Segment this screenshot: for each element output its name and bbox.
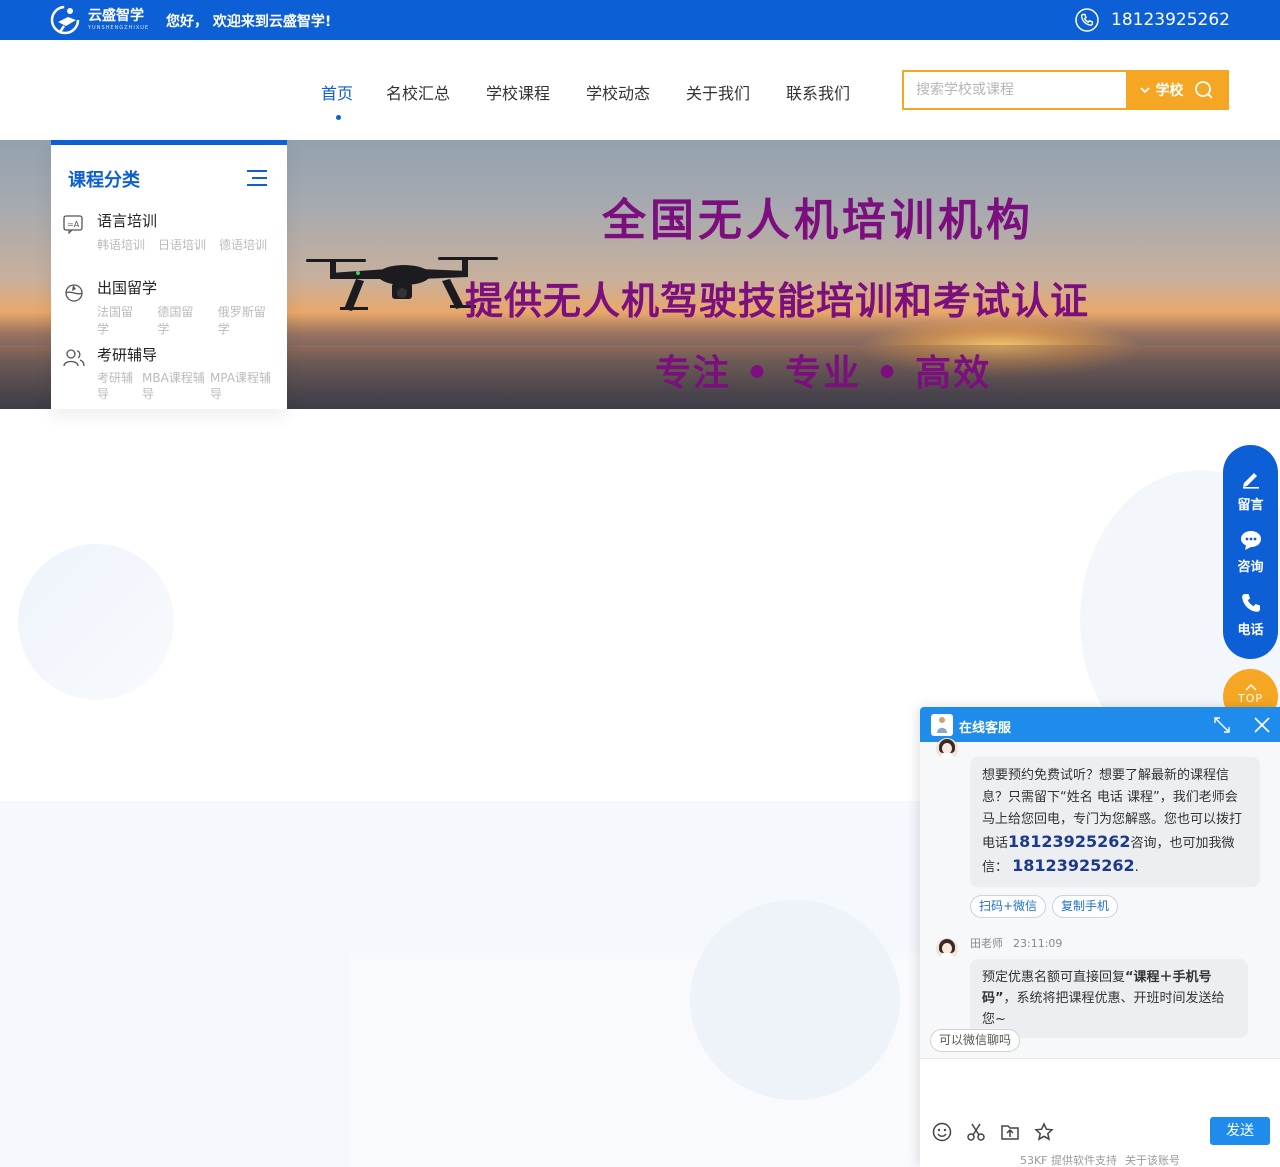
sub-category-link[interactable]: 德国留学 bbox=[157, 303, 204, 337]
banner-subheadline: 提供无人机驾驶技能培训和考试认证 bbox=[465, 278, 1090, 323]
category-name[interactable]: 语言培训 bbox=[97, 210, 157, 231]
powered-by: 53KF 提供软件支持 关于该账号 bbox=[920, 1152, 1280, 1167]
chat-logo bbox=[931, 714, 953, 736]
float-phone-label: 电话 bbox=[1237, 623, 1264, 638]
nav-news[interactable]: 学校动态 bbox=[586, 80, 650, 104]
float-consult-button[interactable]: 咨询 bbox=[1223, 529, 1278, 575]
category-name[interactable]: 出国留学 bbox=[97, 277, 157, 298]
agent-avatar bbox=[936, 938, 958, 960]
search-icon[interactable] bbox=[1194, 80, 1214, 100]
chat-header[interactable]: 在线客服 bbox=[920, 707, 1280, 742]
message-meta: 田老师 23:11:09 bbox=[970, 935, 1062, 951]
message-phone[interactable]: 18123925262 bbox=[1008, 832, 1130, 851]
sub-category-link[interactable]: MPA课程辅导 bbox=[210, 370, 276, 402]
nav-schools[interactable]: 名校汇总 bbox=[386, 80, 450, 104]
category-title: 课程分类 bbox=[68, 170, 140, 191]
service-logo-icon bbox=[937, 717, 947, 733]
main-nav: 首页 名校汇总 学校课程 学校动态 关于我们 联系我们 学校 bbox=[0, 40, 1280, 140]
banner-slogan: 专注 • 专业 • 高效 bbox=[655, 352, 992, 394]
welcome-text: 您好， 欢迎来到云盛智学! bbox=[166, 14, 332, 30]
nav-home[interactable]: 首页 bbox=[321, 80, 353, 104]
course-category-panel: 课程分类 =A 语言培训 韩语培训 日语培训 德语培训 出国留学 法国留学 德国… bbox=[51, 140, 287, 409]
sub-category-link[interactable]: 俄罗斯留学 bbox=[218, 303, 277, 337]
nav-about[interactable]: 关于我们 bbox=[686, 80, 750, 104]
top-phone[interactable]: 18123925262 bbox=[1075, 8, 1230, 32]
sub-category-link[interactable]: 日语培训 bbox=[158, 236, 206, 253]
chat-window: 在线客服 想要预约免费试听？想要了解最新的课程信息？只需留下“姓名 电话 课程”… bbox=[920, 707, 1280, 1167]
sub-category-link[interactable]: 韩语培训 bbox=[97, 236, 145, 253]
top-bar: 云盛智学 YUNSHENGZHIXUE 您好， 欢迎来到云盛智学! 181239… bbox=[0, 0, 1280, 40]
sub-category-link[interactable]: 考研辅导 bbox=[97, 370, 138, 402]
chat-message-bubble: 想要预约免费试听？想要了解最新的课程信息？只需留下“姓名 电话 课程”，我们老师… bbox=[970, 757, 1260, 887]
search-scope-label[interactable]: 学校 bbox=[1156, 80, 1184, 100]
search-box: 学校 bbox=[902, 70, 1229, 110]
sender-name: 田老师 bbox=[970, 937, 1003, 950]
phone-circle-icon bbox=[1075, 8, 1099, 32]
sub-category-link[interactable]: 德语培训 bbox=[219, 236, 267, 253]
send-button[interactable]: 发送 bbox=[1210, 1117, 1270, 1145]
chat-icon bbox=[1240, 531, 1261, 550]
logo[interactable]: 云盛智学 YUNSHENGZHIXUE bbox=[50, 4, 149, 36]
star-icon[interactable] bbox=[1034, 1122, 1054, 1142]
sub-category-link[interactable]: MBA课程辅导 bbox=[142, 370, 206, 402]
floating-contact-bar: 留言 咨询 电话 bbox=[1223, 445, 1278, 659]
sub-category-link[interactable]: 法国留学 bbox=[97, 303, 144, 337]
scissors-icon[interactable] bbox=[966, 1122, 986, 1142]
nav-contact[interactable]: 联系我们 bbox=[786, 80, 850, 104]
float-phone-button[interactable]: 电话 bbox=[1223, 592, 1278, 638]
pencil-icon bbox=[1242, 473, 1259, 489]
top-phone-number: 18123925262 bbox=[1111, 10, 1230, 30]
powered-by-text: 53KF 提供软件支持 bbox=[1019, 1154, 1118, 1167]
nav-courses[interactable]: 学校课程 bbox=[486, 80, 550, 104]
upload-folder-icon[interactable] bbox=[1000, 1122, 1020, 1142]
about-account-link[interactable]: 关于该账号 bbox=[1125, 1154, 1180, 1167]
chat-title: 在线客服 bbox=[959, 721, 1012, 736]
decor-circle bbox=[18, 544, 174, 700]
message-time: 23:11:09 bbox=[1013, 937, 1063, 950]
chevron-down-icon[interactable] bbox=[1139, 86, 1150, 94]
logo-text: 云盛智学 bbox=[88, 8, 144, 24]
logo-icon bbox=[50, 5, 80, 35]
chevron-up-icon bbox=[1244, 683, 1257, 691]
quick-action-scan-wechat[interactable]: 扫码+微信 bbox=[970, 895, 1047, 918]
suggested-reply[interactable]: 可以微信聊吗 bbox=[930, 1029, 1021, 1052]
category-name[interactable]: 考研辅导 bbox=[97, 344, 157, 365]
search-button[interactable]: 学校 bbox=[1126, 72, 1227, 108]
svg-text:=A: =A bbox=[67, 220, 80, 229]
chat-toolbar bbox=[932, 1122, 1054, 1142]
float-message-label: 留言 bbox=[1237, 498, 1264, 513]
nav-active-indicator bbox=[336, 115, 341, 120]
banner-headline: 全国无人机培训机构 bbox=[602, 195, 1034, 246]
globe-plane-icon bbox=[65, 284, 83, 302]
menu-lines-icon[interactable] bbox=[247, 169, 267, 187]
logo-subtext: YUNSHENGZHIXUE bbox=[88, 25, 150, 31]
decor-circle bbox=[690, 900, 900, 1100]
phone-icon bbox=[1241, 594, 1260, 612]
float-consult-label: 咨询 bbox=[1237, 560, 1264, 575]
quick-action-copy-phone[interactable]: 复制手机 bbox=[1052, 895, 1119, 918]
back-to-top-label: TOP bbox=[1237, 692, 1263, 705]
float-message-button[interactable]: 留言 bbox=[1223, 467, 1278, 513]
search-input[interactable] bbox=[904, 72, 1126, 108]
message-text: 预定优惠名额可直接回复 bbox=[982, 970, 1126, 985]
chat-message-bubble: 预定优惠名额可直接回复“课程＋手机号码”，系统将把课程优惠、开班时间发送给您~ bbox=[970, 959, 1248, 1038]
message-text: . bbox=[1134, 860, 1139, 875]
chat-messages: 想要预约免费试听？想要了解最新的课程信息？只需留下“姓名 电话 课程”，我们老师… bbox=[920, 738, 1280, 1058]
message-text: ，系统将把课程优惠、开班时间发送给您~ bbox=[982, 991, 1225, 1027]
agent-avatar bbox=[936, 738, 958, 760]
users-icon bbox=[63, 349, 85, 367]
close-icon[interactable] bbox=[1253, 716, 1271, 734]
translate-icon: =A bbox=[63, 215, 83, 234]
chat-input-area[interactable]: 发送 53KF 提供软件支持 关于该账号 bbox=[920, 1058, 1280, 1167]
message-wechat[interactable]: 18123925262 bbox=[1012, 856, 1134, 875]
maximize-icon[interactable] bbox=[1213, 716, 1231, 734]
emoji-icon[interactable] bbox=[932, 1122, 952, 1142]
